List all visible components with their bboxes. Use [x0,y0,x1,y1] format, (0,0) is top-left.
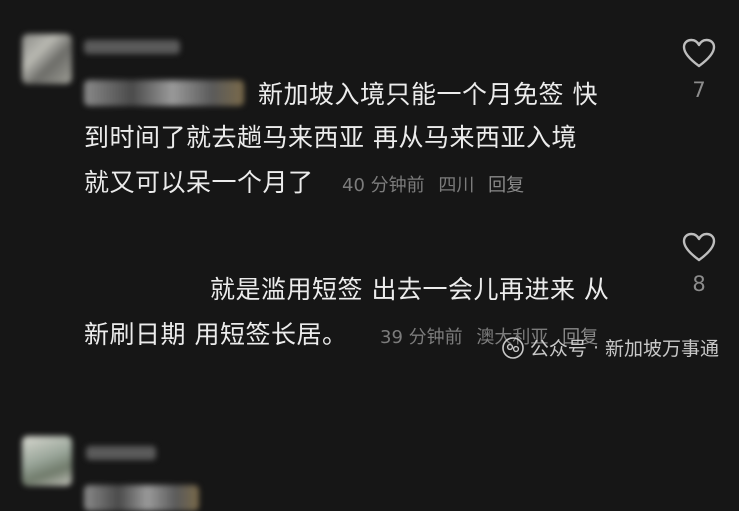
comment-meta: 40 分钟前 四川 回复 [342,174,532,198]
like-button[interactable]: 8 [677,232,721,296]
redacted-prefix [84,485,199,511]
comment-text-line: 新刷日期 用短签长居。 [84,320,348,349]
comment-time: 40 分钟前 [342,175,425,196]
like-button[interactable]: 7 [677,38,721,102]
like-count: 8 [692,272,706,296]
watermark: 公众号 · 新加坡万事通 [502,334,719,361]
username-redacted[interactable] [86,446,156,460]
watermark-separator: · [592,336,599,359]
avatar[interactable] [22,436,72,486]
comment-text-line: 就是滥用短签 出去一会儿再进来 从 [210,275,610,304]
watermark-label: 公众号 [529,338,587,360]
comment-location: 四川 [438,175,475,196]
username-redacted[interactable] [84,40,180,54]
reply-button[interactable]: 回复 [488,175,524,196]
redacted-prefix [84,80,244,106]
comment-item: 新加坡入境只能一个月免签 快 到时间了就去趟马来西亚 再从马来西亚入境 就又可以… [0,0,739,210]
comment-text-line: 就又可以呆一个月了 [84,168,314,197]
wechat-official-account-icon [502,336,524,359]
heart-outline-icon [682,38,716,68]
watermark-account: 新加坡万事通 [604,338,719,360]
comment-text-line: 新加坡入境只能一个月免签 快 [258,80,598,109]
like-count: 7 [692,78,706,102]
avatar[interactable] [22,34,72,84]
heart-outline-icon [682,232,716,262]
comment-time: 39 分钟前 [380,327,463,348]
comment-text-line: 到时间了就去趟马来西亚 再从马来西亚入境 [84,123,577,152]
